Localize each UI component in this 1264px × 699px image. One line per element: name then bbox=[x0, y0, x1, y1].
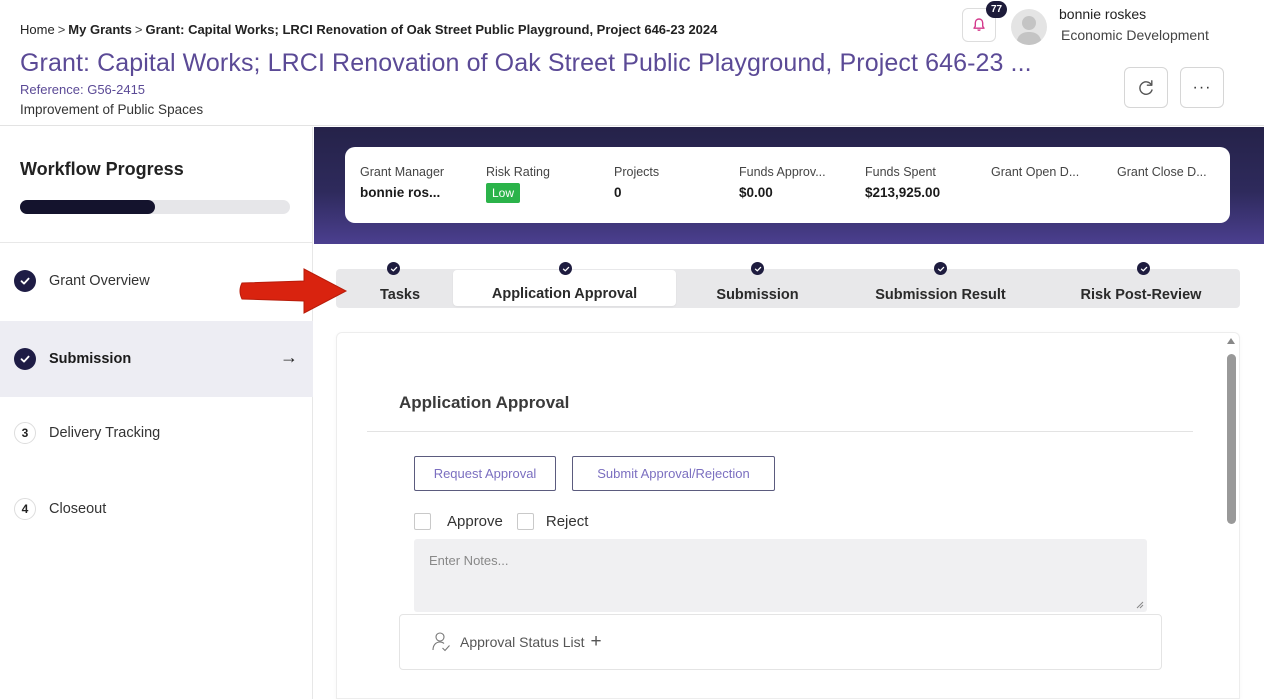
reject-label: Reject bbox=[545, 513, 589, 530]
summary-label: Funds Approv... bbox=[739, 165, 826, 179]
breadcrumb-home[interactable]: Home bbox=[20, 22, 55, 37]
bell-icon bbox=[973, 18, 985, 32]
check-circle-icon bbox=[751, 262, 764, 275]
summary-grant-open-date: Grant Open D... bbox=[991, 165, 1079, 179]
summary-label: Projects bbox=[614, 165, 660, 179]
breadcrumb: Home > My Grants > Grant: Capital Works; LRC… bbox=[20, 22, 717, 37]
summary-risk-rating: Risk Rating Low bbox=[486, 165, 550, 203]
section-title: Application Approval bbox=[399, 393, 570, 412]
approve-label: Approve bbox=[447, 513, 503, 530]
check-circle-icon bbox=[934, 262, 947, 275]
summary-label: Grant Open D... bbox=[991, 165, 1080, 179]
workflow-tabs: Tasks Application Approval Submission Su… bbox=[336, 269, 1240, 308]
tab-label: Risk Post-Review bbox=[1080, 286, 1202, 303]
grant-summary-banner: Grant Manager bonnie ros... Risk Rating … bbox=[314, 127, 1264, 244]
request-approval-button[interactable]: Request Approval bbox=[414, 456, 556, 491]
arrow-right-icon: → bbox=[280, 347, 298, 367]
tab-label: Application Approval bbox=[491, 286, 638, 302]
check-circle-icon bbox=[14, 270, 36, 292]
scrollbar-thumb[interactable] bbox=[1227, 354, 1236, 524]
workflow-progress-bar bbox=[20, 200, 290, 214]
summary-value: 0 bbox=[614, 185, 622, 200]
summary-label: Funds Spent bbox=[865, 165, 936, 179]
check-circle-icon bbox=[559, 262, 572, 275]
status-list-label: Approval Status List bbox=[460, 634, 585, 650]
resize-handle-icon[interactable] bbox=[1136, 601, 1144, 609]
page-title: Grant: Capital Works; LRCI Renovation of… bbox=[20, 49, 1032, 77]
grant-reference: Reference: G56-2415 bbox=[20, 82, 146, 97]
step-number: 4 bbox=[14, 498, 36, 520]
tab-label: Submission Result bbox=[875, 286, 1006, 303]
summary-funds-spent: Funds Spent $213,925.00 bbox=[865, 165, 940, 200]
application-approval-panel: Application Approval Request Approval Su… bbox=[336, 332, 1240, 699]
step-number: 3 bbox=[14, 422, 36, 444]
workflow-progress-title: Workflow Progress bbox=[20, 159, 184, 179]
summary-value: bonnie ros... bbox=[360, 185, 441, 200]
summary-label: Grant Close D... bbox=[1117, 165, 1207, 179]
sidebar-step-delivery-tracking[interactable]: 3 Delivery Tracking bbox=[0, 395, 313, 471]
workflow-progress-fill bbox=[20, 200, 155, 214]
summary-grant-manager: Grant Manager bonnie ros... bbox=[360, 165, 444, 200]
check-circle-icon bbox=[1137, 262, 1150, 275]
approval-status-list[interactable]: Approval Status List + bbox=[399, 614, 1162, 670]
reject-checkbox[interactable] bbox=[516, 513, 534, 530]
tab-label: Tasks bbox=[379, 286, 421, 303]
sidebar-step-label: Grant Overview bbox=[49, 273, 150, 289]
refresh-icon bbox=[1139, 79, 1153, 95]
user-avatar-icon bbox=[1016, 16, 1042, 45]
check-circle-icon bbox=[387, 262, 400, 275]
summary-projects: Projects 0 bbox=[614, 165, 659, 200]
notification-count-badge: 77 bbox=[986, 1, 1007, 18]
summary-label: Risk Rating bbox=[486, 165, 550, 179]
summary-value: $0.00 bbox=[739, 185, 773, 200]
sidebar-step-closeout[interactable]: 4 Closeout bbox=[0, 471, 313, 547]
submit-approval-rejection-button[interactable]: Submit Approval/Rejection bbox=[572, 456, 775, 491]
refresh-button[interactable] bbox=[1124, 67, 1168, 108]
approve-checkbox[interactable] bbox=[414, 513, 431, 530]
summary-value: $213,925.00 bbox=[865, 185, 941, 200]
grant-program: Improvement of Public Spaces bbox=[20, 102, 204, 117]
sidebar-step-label: Delivery Tracking bbox=[49, 425, 161, 441]
approval-decision-row: Approve Reject bbox=[414, 513, 588, 530]
sidebar-step-label: Closeout bbox=[49, 501, 107, 517]
more-options-button[interactable]: ··· bbox=[1180, 67, 1224, 108]
grant-page: Home > My Grants > Grant: Capital Works; LRC… bbox=[0, 0, 1264, 699]
tab-risk-post-review[interactable]: Risk Post-Review bbox=[1042, 269, 1240, 308]
notes-textarea[interactable]: Enter Notes... bbox=[414, 539, 1147, 612]
workflow-sidebar: Workflow Progress Grant Overview Submiss… bbox=[0, 127, 313, 699]
sidebar-step-submission[interactable]: Submission → bbox=[0, 321, 313, 397]
breadcrumb-separator: > bbox=[134, 22, 143, 37]
tab-label: Submission bbox=[716, 286, 799, 303]
plus-icon[interactable]: + bbox=[591, 631, 602, 653]
divider bbox=[367, 431, 1193, 432]
breadcrumb-current: Grant: Capital Works; LRCI Renovation of… bbox=[145, 22, 718, 37]
ellipsis-icon: ··· bbox=[1192, 78, 1212, 96]
user-department: Economic Development bbox=[1061, 27, 1209, 43]
tab-application-approval[interactable]: Application Approval bbox=[453, 270, 676, 306]
summary-grant-close-date: Grant Close D... bbox=[1117, 165, 1207, 179]
user-avatar[interactable] bbox=[1011, 9, 1047, 45]
user-name: bonnie roskes bbox=[1059, 6, 1147, 22]
sidebar-step-label: Submission bbox=[49, 351, 132, 367]
grant-summary-card: Grant Manager bonnie ros... Risk Rating … bbox=[345, 147, 1230, 223]
page-header: Home > My Grants > Grant: Capital Works; LRC… bbox=[0, 0, 1264, 126]
notes-placeholder: Enter Notes... bbox=[429, 553, 509, 568]
annotation-arrow-icon bbox=[239, 268, 348, 314]
breadcrumb-separator: > bbox=[57, 22, 66, 37]
risk-rating-badge: Low bbox=[486, 183, 521, 203]
summary-funds-approved: Funds Approv... $0.00 bbox=[739, 165, 826, 200]
scroll-up-icon[interactable] bbox=[1227, 338, 1235, 344]
summary-label: Grant Manager bbox=[360, 165, 445, 179]
check-circle-icon bbox=[14, 348, 36, 370]
person-icon bbox=[432, 632, 450, 652]
breadcrumb-my-grants[interactable]: My Grants bbox=[68, 22, 132, 37]
tab-tasks[interactable]: Tasks bbox=[344, 269, 456, 308]
